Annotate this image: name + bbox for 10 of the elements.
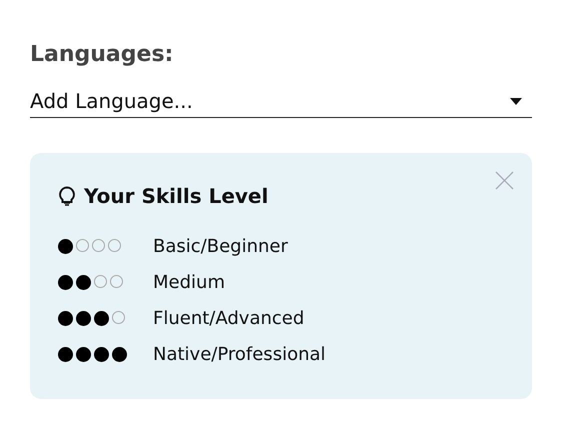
field-label: Languages: — [30, 42, 174, 67]
lightbulb-icon — [58, 186, 76, 206]
level-label: Fluent/Advanced — [153, 308, 304, 328]
level-label: Native/Professional — [153, 344, 326, 364]
language-dropdown[interactable]: Add Language... — [30, 89, 532, 118]
card-title: Your Skills Level — [84, 184, 268, 208]
level-label: Medium — [153, 272, 225, 292]
caret-icon — [510, 98, 522, 104]
close-icon[interactable] — [495, 171, 514, 190]
level-label: Basic/Beginner — [153, 236, 288, 256]
